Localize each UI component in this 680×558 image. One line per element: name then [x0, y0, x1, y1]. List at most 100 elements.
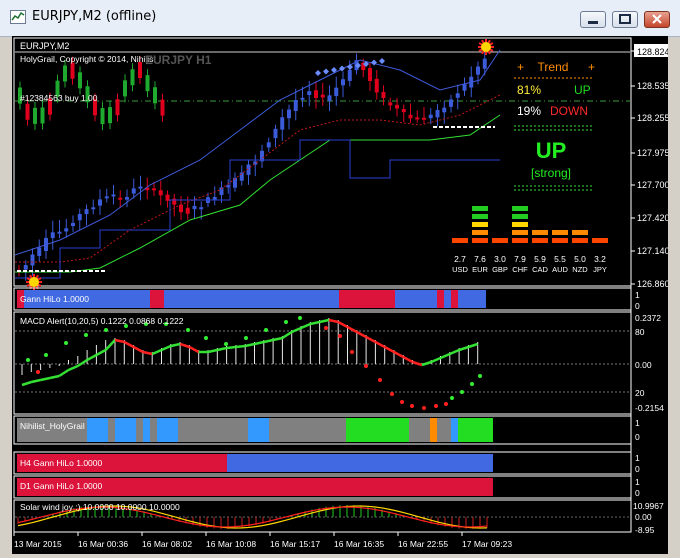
bear-candle	[320, 94, 325, 98]
strength-bar-nzd	[572, 230, 588, 235]
window-titlebar[interactable]: EURJPY,M2 (offline)	[0, 0, 680, 37]
d1-gann-bar	[234, 478, 241, 496]
h4-gann-bar	[178, 454, 185, 472]
macd-signal-segment	[104, 339, 116, 351]
strength-bar-chf	[512, 238, 528, 243]
d1-gann-bar	[479, 478, 486, 496]
macd-signal-segment	[328, 318, 339, 324]
trend-title: Trend	[538, 60, 569, 74]
macd-signal-segment	[68, 364, 79, 372]
gann-bar	[479, 290, 486, 308]
bull-candle	[428, 114, 433, 119]
d1-gann-bar	[367, 478, 374, 496]
h4-gann-bar	[241, 454, 248, 472]
bull-candle	[57, 231, 62, 234]
d1-gann-bar	[262, 478, 269, 496]
price-label: 126.860	[637, 279, 668, 289]
h4-scale-bottom: 0	[635, 464, 640, 474]
bear-candle	[415, 117, 420, 120]
macd-signal-segment	[430, 356, 441, 364]
gann-scale-bottom: 0	[635, 301, 640, 311]
macd-signal-segment	[412, 360, 423, 367]
h4-gann-bar	[437, 454, 444, 472]
h4-scale-top: 1	[635, 453, 640, 463]
d1-gann-bar	[157, 478, 164, 496]
minimize-button[interactable]	[580, 11, 606, 28]
history-candle	[25, 103, 30, 120]
close-button[interactable]	[644, 11, 670, 28]
bear-candle	[158, 190, 163, 196]
nihilist-bar	[185, 418, 192, 442]
macd-signal-segment	[123, 340, 135, 349]
h4-gann-bar	[143, 454, 150, 472]
nihilist-bar	[360, 418, 367, 442]
price-label: 127.975	[637, 148, 668, 158]
chart-client-area[interactable]: 128.824 128.535 128.255 127.975 127.700 127.4…	[12, 36, 674, 554]
strength-value-usd: 2.7	[454, 254, 466, 264]
d1-gann-bar	[206, 478, 213, 496]
history-candle	[153, 87, 157, 104]
macd-dot-green	[450, 396, 454, 400]
nihilist-label: Nihilist_HolyGrail	[20, 421, 85, 431]
macd-signal-segment	[142, 350, 153, 356]
trend-down-label: DOWN	[550, 104, 588, 118]
d1-gann-bar	[297, 478, 304, 496]
bear-candle	[368, 68, 372, 81]
nihilist-bar	[465, 418, 472, 442]
nihilist-bar	[297, 418, 304, 442]
nihilist-bar	[388, 418, 395, 442]
h4-gann-bar	[381, 454, 388, 472]
d1-gann-bar	[458, 478, 465, 496]
d1-gann-bar	[178, 478, 185, 496]
nihilist-bar	[472, 418, 479, 442]
d1-gann-bar	[402, 478, 409, 496]
trend-up-pct: 81%	[517, 83, 541, 97]
h4-gann-bar	[115, 454, 122, 472]
nihilist-bar	[234, 418, 241, 442]
macd-dot-green	[478, 374, 482, 378]
gann-bar	[346, 290, 353, 308]
strength-bar-eur	[472, 238, 488, 243]
d1-gann-bar	[346, 478, 353, 496]
h4-gann-bar	[423, 454, 430, 472]
h4-gann-bar	[136, 454, 143, 472]
strength-ccy-cad: CAD	[532, 265, 548, 274]
history-candle	[138, 62, 142, 79]
macd-scale-label: -0.2154	[635, 403, 664, 413]
bear-candle	[152, 188, 156, 191]
bull-candle	[482, 58, 487, 69]
nihilist-bar	[136, 418, 143, 442]
gann-bar	[423, 290, 430, 308]
maximize-button[interactable]	[612, 11, 638, 28]
bear-candle	[422, 117, 426, 120]
gann-bar	[164, 290, 171, 308]
macd-dot-red	[378, 378, 382, 382]
nihilist-scale-bottom: 0	[635, 432, 640, 442]
chart-symbol-label: EURJPY,M2	[20, 41, 69, 51]
h4-gann-bar	[171, 454, 178, 472]
history-candle	[100, 108, 105, 125]
gann-bar	[192, 290, 199, 308]
gann-bar	[283, 290, 290, 308]
d1-gann-bar	[129, 478, 136, 496]
h4-gann-bar	[388, 454, 395, 472]
sun-marker-top	[481, 42, 491, 52]
gann-bar	[395, 290, 402, 308]
nihilist-bar	[94, 418, 101, 442]
d1-gann-bar	[164, 478, 171, 496]
h4-gann-bar	[248, 454, 255, 472]
d1-gann-bar	[381, 478, 388, 496]
bull-candle	[293, 99, 298, 111]
minimize-icon	[588, 21, 598, 24]
gann-bar	[409, 290, 416, 308]
bear-candle	[314, 90, 318, 98]
bear-candle	[165, 194, 170, 201]
nihilist-bar	[213, 418, 220, 442]
indicator-copyright-label: HolyGrail, Copyright © 2014, Nihilist	[20, 54, 156, 64]
nihilist-bar	[115, 418, 122, 442]
bull-candle	[131, 188, 136, 194]
chart-canvas[interactable]: 128.824 128.535 128.255 127.975 127.700 127.4…	[12, 36, 674, 554]
macd-dot-green	[244, 336, 248, 340]
macd-signal-segment	[114, 338, 125, 344]
strength-bar-eur	[472, 214, 488, 219]
